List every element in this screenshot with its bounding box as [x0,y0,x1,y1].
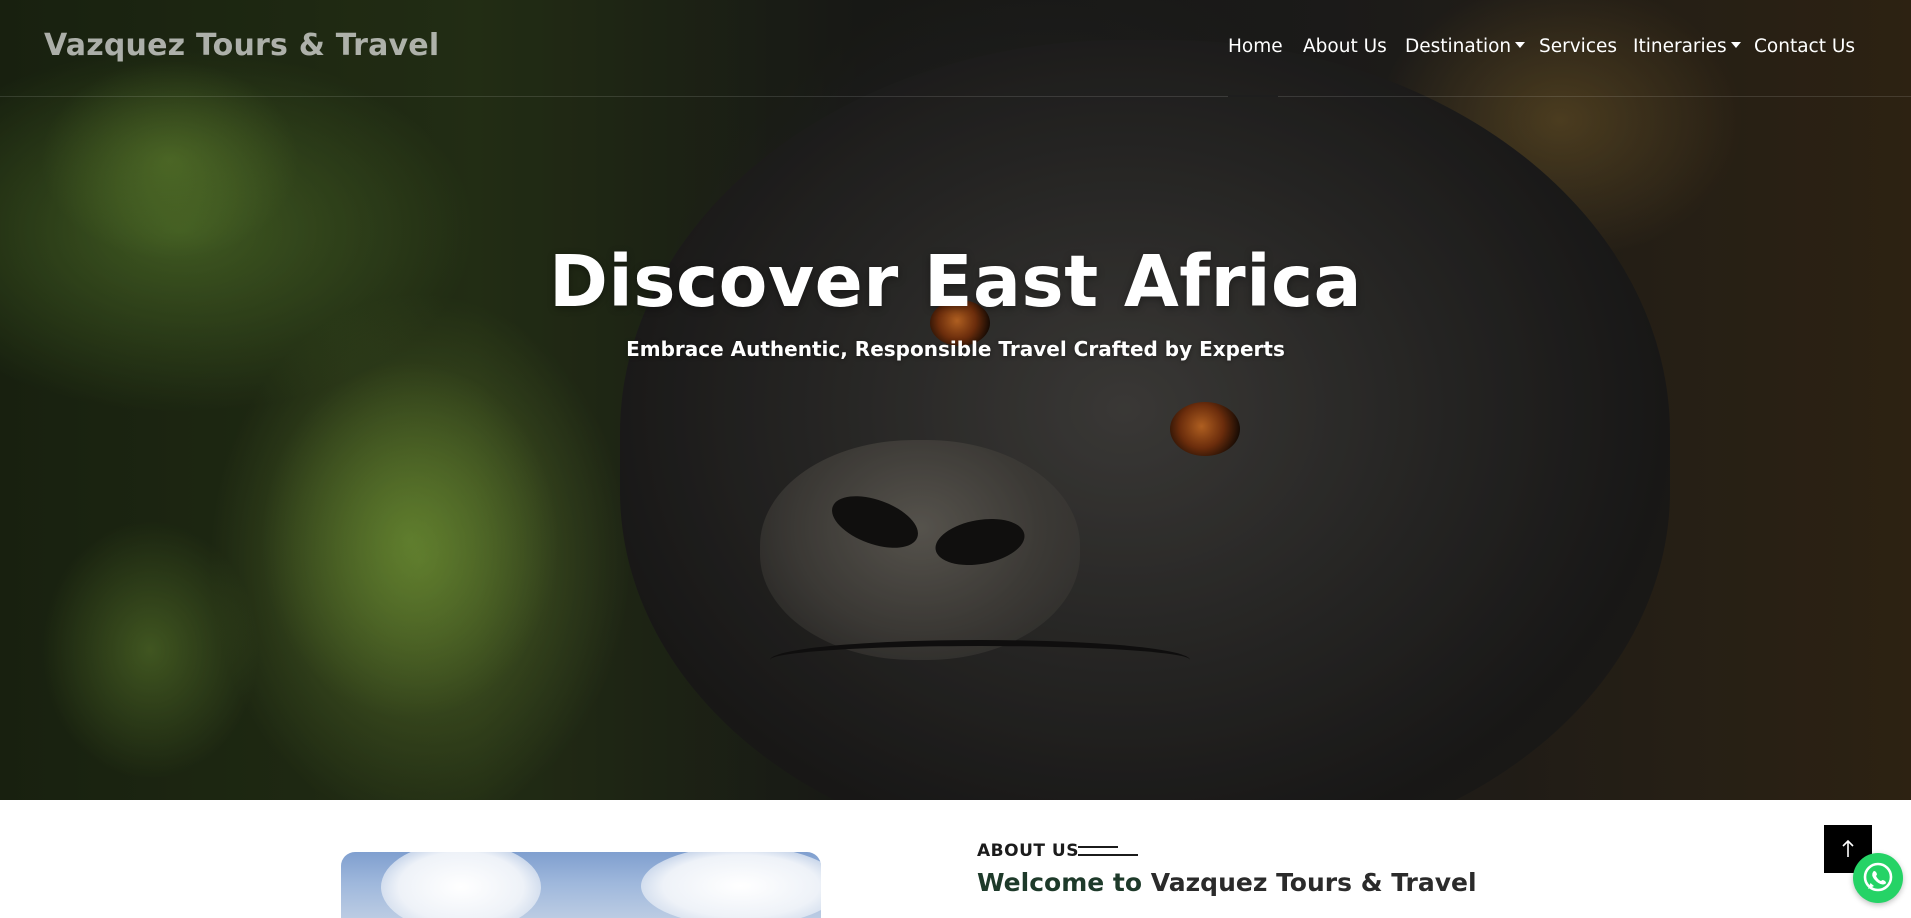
nav-item-contact-us[interactable]: Contact Us [1754,36,1855,57]
section-title: Welcome to Vazquez Tours & Travel [977,868,1477,897]
brand-logo-text[interactable]: Vazquez Tours & Travel [44,28,439,63]
about-image-cloud [381,852,541,918]
whatsapp-icon [1863,862,1893,892]
nav-item-home[interactable]: Home [1228,36,1283,57]
nav-item-itineraries[interactable]: Itineraries [1633,36,1741,57]
nav-item-label: Home [1228,36,1283,57]
section-label-divider [1078,846,1118,848]
top-navbar: Vazquez Tours & Travel Home About Us Des… [0,0,1911,97]
nav-item-destination[interactable]: Destination [1405,36,1526,57]
caret-down-icon [1515,42,1526,48]
section-title-prefix: Welcome to [977,868,1143,897]
caret-down-icon [1730,42,1741,48]
nav-active-indicator [1228,95,1278,97]
hero-section: Discover East Africa Embrace Authentic, … [0,0,1911,800]
about-image-cloud [641,852,821,918]
hero-title: Discover East Africa [548,240,1363,323]
hero-overlay [0,0,1911,800]
nav-item-label: Itineraries [1633,36,1727,57]
section-label: ABOUT US [977,841,1079,861]
whatsapp-chat-button[interactable] [1853,853,1903,903]
nav-item-label: Services [1539,36,1618,57]
hero-subtitle: Embrace Authentic, Responsible Travel Cr… [626,337,1285,361]
nav-item-label: About Us [1303,36,1387,57]
about-image [341,852,821,918]
nav-item-label: Contact Us [1754,36,1856,57]
section-label-divider [1078,854,1138,856]
section-title-name: Vazquez Tours & Travel [1150,868,1477,897]
nav-item-about-us[interactable]: About Us [1303,36,1387,57]
nav-item-services[interactable]: Services [1539,36,1617,57]
nav-item-label: Destination [1405,36,1512,57]
